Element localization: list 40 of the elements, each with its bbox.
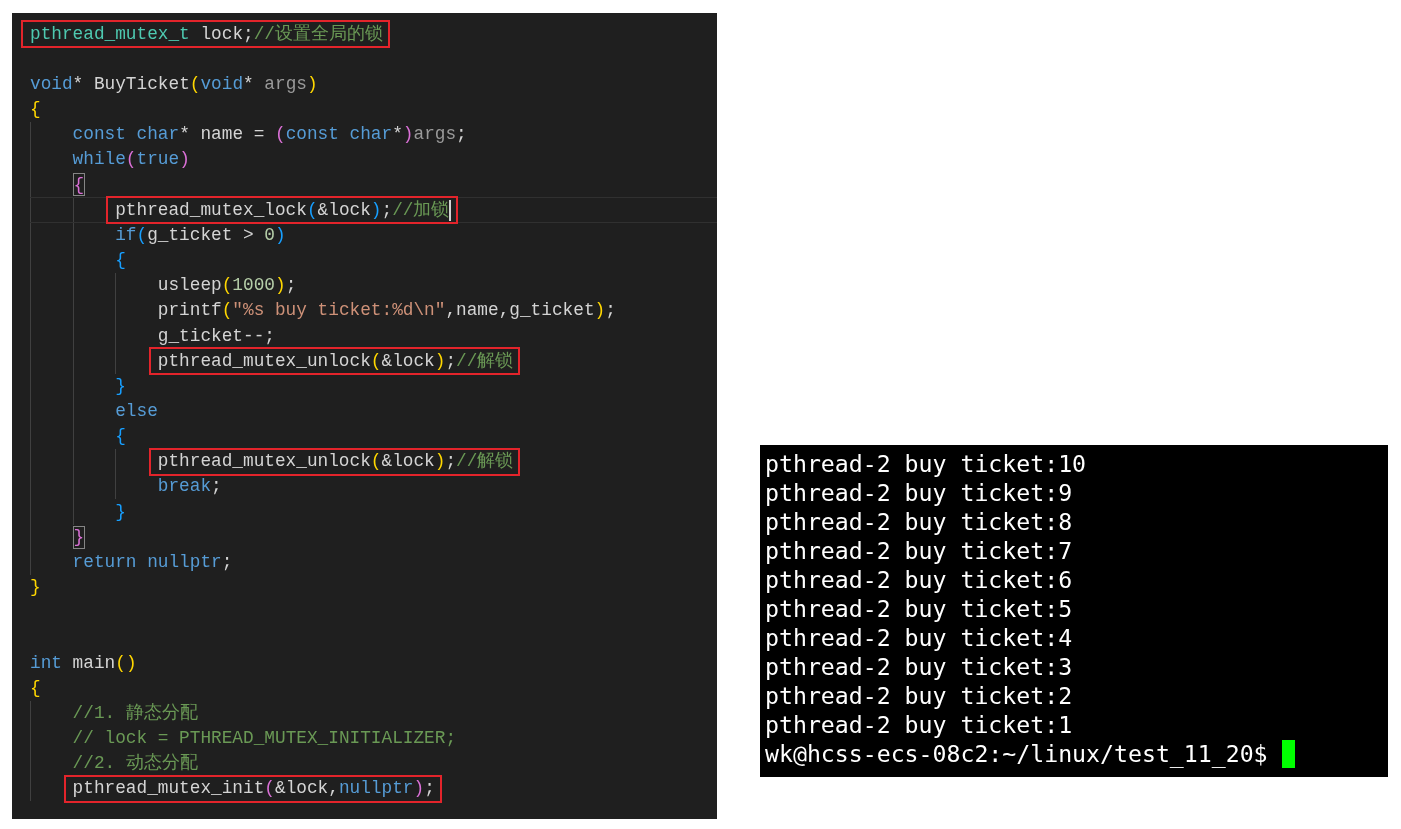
code-line: g_ticket--; xyxy=(157,324,275,348)
code-line: { xyxy=(115,249,126,273)
code-line: } xyxy=(30,576,41,600)
code-line: pthread_mutex_t lock;//设置全局的锁 xyxy=(30,22,383,46)
terminal-line: pthread-2 buy ticket:9 xyxy=(765,478,1073,507)
terminal-line: pthread-2 buy ticket:2 xyxy=(765,681,1073,710)
code-line: pthread_mutex_unlock(&lock);//解锁 xyxy=(157,349,514,373)
code-line: } xyxy=(73,525,85,549)
terminal-line: pthread-2 buy ticket:4 xyxy=(765,623,1073,652)
code-line: { xyxy=(73,173,85,197)
code-line: const char* name = (const char*)args; xyxy=(72,123,467,147)
terminal-prompt: wk@hcss-ecs-08c2:~/linux/test_11_20$ xyxy=(765,739,1268,768)
terminal-cursor xyxy=(1281,739,1296,768)
terminal-line: pthread-2 buy ticket:7 xyxy=(765,536,1073,565)
code-line: } xyxy=(115,500,126,524)
code-line: pthread_mutex_unlock(&lock);//解锁 xyxy=(157,450,514,474)
code-line: pthread_mutex_lock(&lock);//加锁 xyxy=(115,198,450,222)
terminal-line: pthread-2 buy ticket:1 xyxy=(765,710,1073,739)
code-line: int main() xyxy=(30,651,137,675)
terminal-line: pthread-2 buy ticket:3 xyxy=(765,652,1073,681)
code-line: if(g_ticket > 0) xyxy=(115,223,286,247)
code-line: { xyxy=(30,676,41,700)
code-line: printf("%s buy ticket:%d\n",name,g_ticket); xyxy=(157,299,616,323)
terminal-line: pthread-2 buy ticket:8 xyxy=(765,507,1073,536)
code-line: // lock = PTHREAD_MUTEX_INITIALIZER; xyxy=(72,727,457,751)
terminal-line: pthread-2 buy ticket:6 xyxy=(765,565,1073,594)
code-line: //1. 静态分配 xyxy=(72,701,198,725)
terminal-line: pthread-2 buy ticket:10 xyxy=(765,449,1087,478)
code-line: usleep(1000); xyxy=(157,274,297,298)
code-line: //2. 动态分配 xyxy=(72,752,198,776)
code-line: } xyxy=(115,374,126,398)
code-line: while(true) xyxy=(72,148,190,172)
code-line: else xyxy=(115,400,158,423)
code-line: return nullptr; xyxy=(72,550,233,574)
code-line: { xyxy=(115,425,126,449)
code-line: pthread_mutex_init(&lock,nullptr); xyxy=(72,777,435,801)
code-line: { xyxy=(30,98,41,122)
code-line: break; xyxy=(157,475,222,499)
code-line: void* BuyTicket(void* args) xyxy=(30,72,318,96)
terminal-line: pthread-2 buy ticket:5 xyxy=(765,594,1073,623)
